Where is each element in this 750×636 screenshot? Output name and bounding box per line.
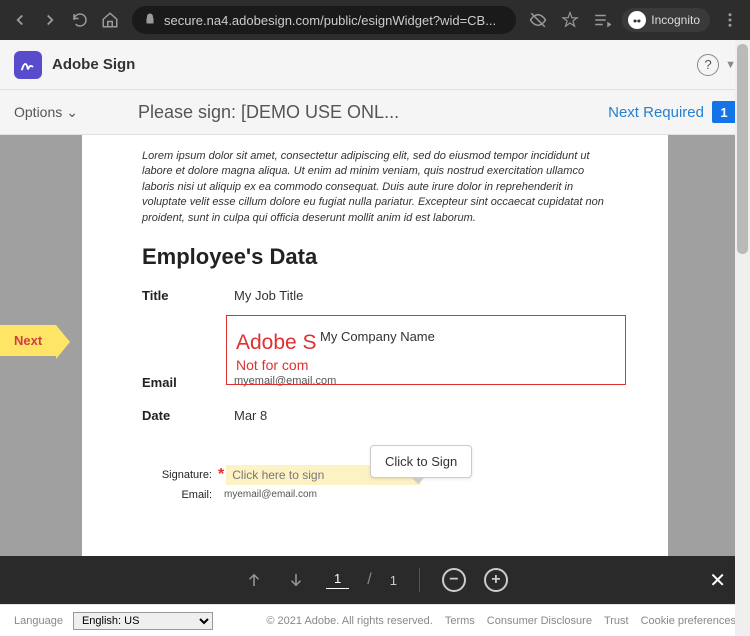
reload-icon[interactable] [68, 8, 92, 32]
page-up-icon[interactable] [242, 568, 266, 592]
sign-tooltip: Click to Sign [370, 445, 472, 478]
document-viewport: Next Lorem ipsum dolor sit amet, consect… [0, 135, 750, 556]
email-value: myemail@email.com [234, 375, 336, 387]
sig-email-label: Email: [142, 489, 218, 501]
vertical-scrollbar[interactable] [735, 40, 750, 636]
url-text: secure.na4.adobesign.com/public/esignWid… [164, 13, 496, 28]
total-pages: 1 [390, 573, 397, 588]
page-footer: Language English: US © 2021 Adobe. All r… [0, 604, 750, 636]
language-select[interactable]: English: US [73, 612, 213, 630]
page-down-icon[interactable] [284, 568, 308, 592]
trust-link[interactable]: Trust [604, 615, 629, 627]
menu-icon[interactable] [718, 8, 742, 32]
watermark-text-2: Not for com [236, 357, 308, 373]
document-page: Lorem ipsum dolor sit amet, consectetur … [82, 135, 668, 556]
body-text: Lorem ipsum dolor sit amet, consectetur … [142, 149, 608, 226]
sign-toolbar: Options ⌄ Please sign: [DEMO USE ONL... … [0, 90, 750, 135]
email-label: Email [142, 375, 234, 390]
incognito-icon [628, 11, 646, 29]
watermark-text-1: Adobe S [236, 331, 317, 355]
star-icon[interactable] [558, 8, 582, 32]
date-label: Date [142, 408, 234, 423]
scrollbar-thumb[interactable] [737, 44, 748, 254]
control-divider [419, 568, 420, 592]
company-value: My Company Name [318, 329, 437, 344]
page-controls: 1 / 1 − + ✕ [0, 556, 750, 604]
copyright-text: © 2021 Adobe. All rights reserved. [266, 615, 432, 627]
consumer-disclosure-link[interactable]: Consumer Disclosure [487, 615, 592, 627]
title-value: My Job Title [234, 288, 303, 303]
chevron-down-icon: ⌄ [66, 104, 78, 121]
cookie-preferences-link[interactable]: Cookie preferences [641, 615, 736, 627]
eye-off-icon[interactable] [526, 8, 550, 32]
playlist-icon[interactable] [590, 8, 614, 32]
lock-icon [144, 13, 156, 28]
zoom-in-button[interactable]: + [484, 568, 508, 592]
terms-link[interactable]: Terms [445, 615, 475, 627]
close-button[interactable]: ✕ [709, 568, 726, 593]
title-label: Title [142, 288, 234, 303]
required-asterisk-icon: * [218, 466, 224, 484]
signature-label: Signature: [142, 469, 218, 481]
adobe-sign-logo-icon [14, 51, 42, 79]
help-button[interactable]: ? [697, 54, 719, 76]
section-heading: Employee's Data [142, 244, 608, 270]
app-title: Adobe Sign [52, 56, 697, 73]
incognito-label: Incognito [651, 13, 700, 27]
app-header: Adobe Sign ? ▼ [0, 40, 750, 90]
next-required-link[interactable]: Next Required [608, 104, 704, 121]
zoom-out-button[interactable]: − [442, 568, 466, 592]
back-icon[interactable] [8, 8, 32, 32]
next-field-tab[interactable]: Next [0, 325, 56, 356]
home-icon[interactable] [98, 8, 122, 32]
options-dropdown[interactable]: Options ⌄ [14, 104, 78, 121]
sig-email-value: myemail@email.com [218, 489, 317, 501]
language-label: Language [14, 615, 63, 627]
date-value: Mar 8 [234, 408, 267, 423]
current-page[interactable]: 1 [326, 571, 349, 589]
page-separator: / [367, 571, 371, 589]
sign-prompt: Please sign: [DEMO USE ONL... [138, 102, 608, 123]
browser-toolbar: secure.na4.adobesign.com/public/esignWid… [0, 0, 750, 40]
forward-icon[interactable] [38, 8, 62, 32]
incognito-badge: Incognito [622, 8, 710, 32]
options-label: Options [14, 104, 62, 120]
address-bar[interactable]: secure.na4.adobesign.com/public/esignWid… [132, 6, 516, 34]
required-count-badge: 1 [712, 101, 736, 123]
